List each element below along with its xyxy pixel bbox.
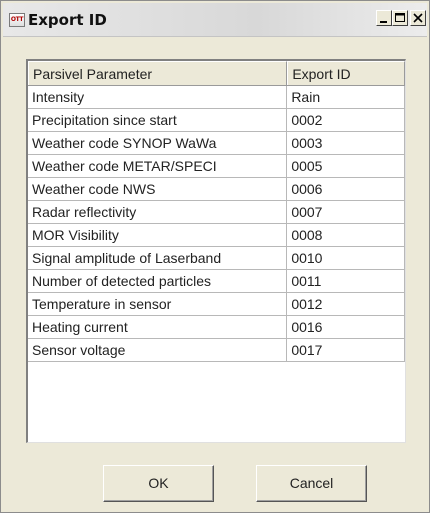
export-id-cell[interactable]: 0011 (287, 270, 405, 293)
parameter-cell: Heating current (28, 316, 288, 339)
export-id-cell[interactable]: 0017 (287, 339, 405, 362)
export-id-cell[interactable]: 0005 (287, 155, 405, 178)
table-row[interactable]: Radar reflectivity 0007 (28, 201, 405, 224)
export-id-cell[interactable]: 0002 (287, 109, 405, 132)
parameter-cell: Signal amplitude of Laserband (28, 247, 288, 270)
export-id-cell[interactable]: 0003 (287, 132, 405, 155)
export-id-cell[interactable]: Rain (287, 86, 405, 109)
export-id-dialog: OTT Export ID Parsivel Parameter Export … (0, 0, 430, 513)
table-row[interactable]: Weather code METAR/SPECI 0005 (28, 155, 405, 178)
app-icon: OTT (9, 13, 25, 27)
table-row[interactable]: Sensor voltage 0017 (28, 339, 405, 362)
parameter-cell: Weather code NWS (28, 178, 288, 201)
export-id-cell[interactable]: 0012 (287, 293, 405, 316)
parameter-cell: Number of detected particles (28, 270, 288, 293)
cancel-button[interactable]: Cancel (256, 465, 367, 502)
maximize-button[interactable] (392, 10, 408, 26)
table-row[interactable]: Precipitation since start 0002 (28, 109, 405, 132)
table-row[interactable]: Intensity Rain (28, 86, 405, 109)
ok-button[interactable]: OK (103, 465, 214, 502)
parameter-cell: Radar reflectivity (28, 201, 288, 224)
column-header-parameter[interactable]: Parsivel Parameter (28, 61, 288, 85)
table-row[interactable]: Weather code SYNOP WaWa 0003 (28, 132, 405, 155)
export-id-cell[interactable]: 0016 (287, 316, 405, 339)
table-row[interactable]: Temperature in sensor 0012 (28, 293, 405, 316)
close-icon (413, 13, 423, 23)
parameter-cell: Weather code METAR/SPECI (28, 155, 288, 178)
parameter-cell: Weather code SYNOP WaWa (28, 132, 288, 155)
title-bar[interactable]: OTT Export ID (3, 3, 427, 37)
parameter-cell: Precipitation since start (28, 109, 288, 132)
minimize-icon (380, 21, 387, 23)
table-row[interactable]: MOR Visibility 0008 (28, 224, 405, 247)
parameter-cell: Temperature in sensor (28, 293, 288, 316)
close-button[interactable] (410, 10, 426, 26)
parameter-cell: MOR Visibility (28, 224, 288, 247)
parameter-cell: Sensor voltage (28, 339, 288, 362)
column-header-export-id[interactable]: Export ID (287, 61, 405, 85)
list-rows: Intensity Rain Precipitation since start 00… (28, 86, 405, 362)
parameter-list[interactable]: Parsivel Parameter Export ID Intensity Ra… (26, 59, 406, 443)
table-row[interactable]: Signal amplitude of Laserband 0010 (28, 247, 405, 270)
parameter-cell: Intensity (28, 86, 288, 109)
maximize-icon (395, 13, 405, 22)
table-row[interactable]: Number of detected particles 0011 (28, 270, 405, 293)
export-id-cell[interactable]: 0006 (287, 178, 405, 201)
table-row[interactable]: Weather code NWS 0006 (28, 178, 405, 201)
table-row[interactable]: Heating current 0016 (28, 316, 405, 339)
export-id-cell[interactable]: 0008 (287, 224, 405, 247)
minimize-button[interactable] (376, 10, 392, 26)
export-id-cell[interactable]: 0010 (287, 247, 405, 270)
list-header: Parsivel Parameter Export ID (28, 61, 405, 86)
window-title: Export ID (28, 11, 107, 29)
export-id-cell[interactable]: 0007 (287, 201, 405, 224)
